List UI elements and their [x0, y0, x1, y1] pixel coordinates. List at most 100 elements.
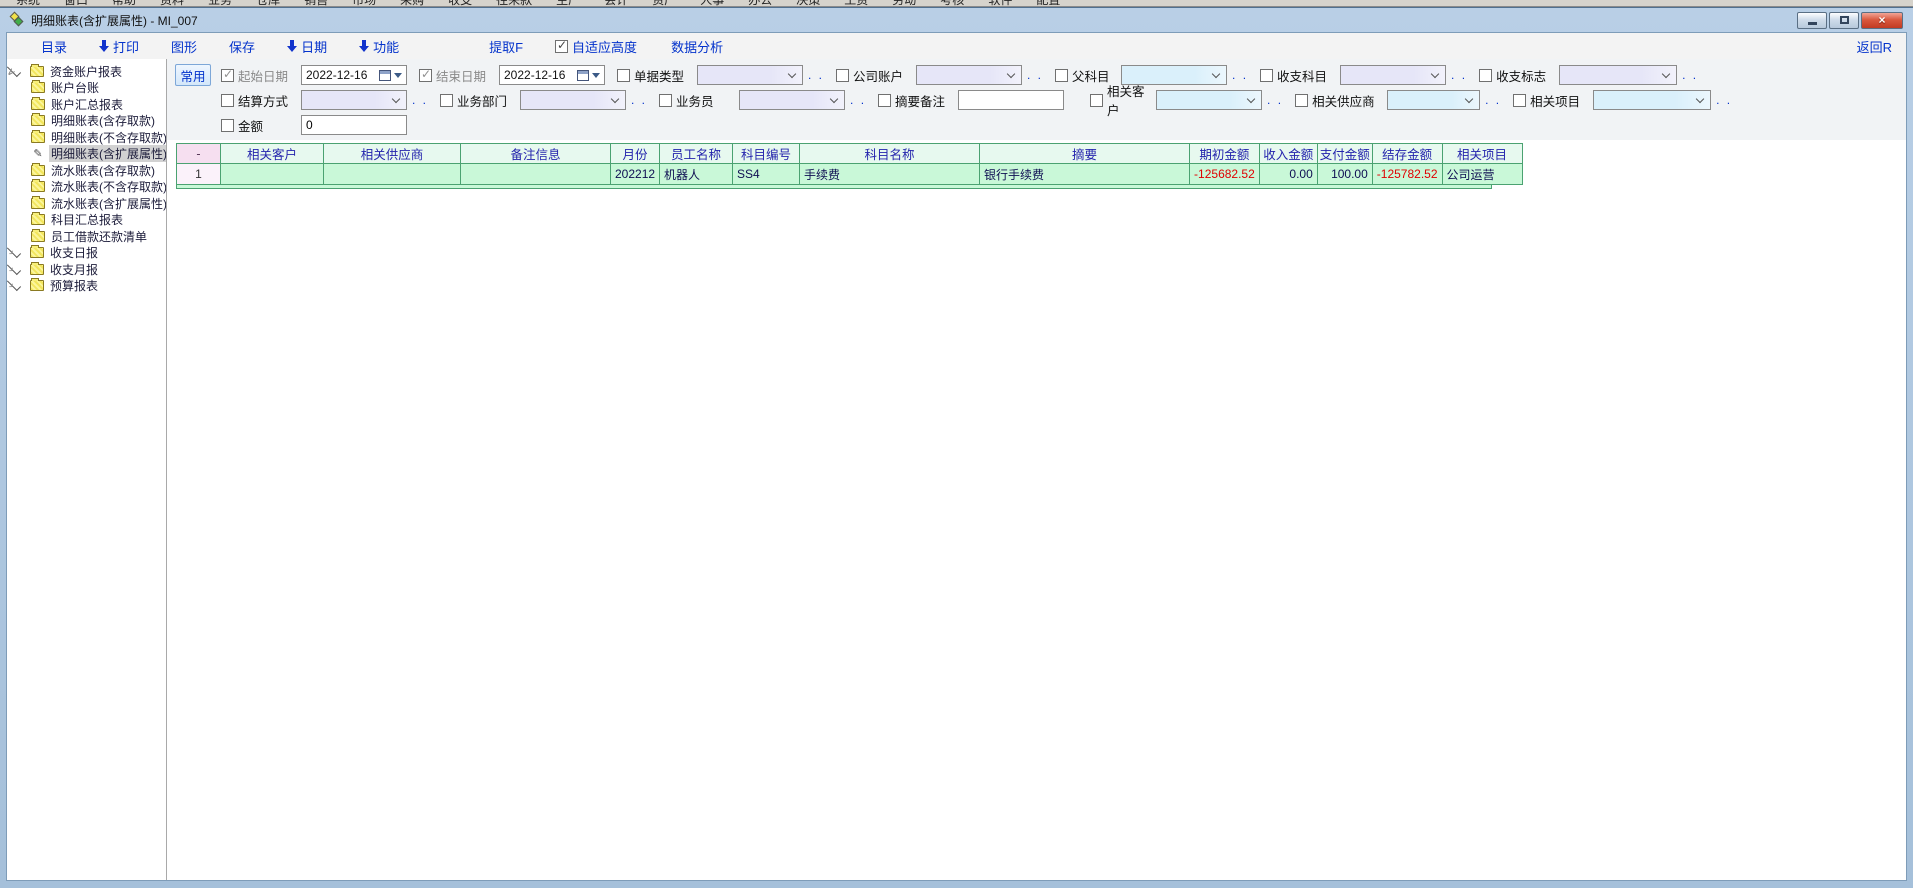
col-month[interactable]: 月份 — [611, 144, 660, 164]
menu-item[interactable]: 系统 — [4, 0, 52, 7]
biz-dept-select[interactable] — [520, 90, 626, 110]
extract-button[interactable]: 提取F — [489, 37, 523, 56]
tree-node-funds-account-reports[interactable]: ∨ 资金账户报表 — [7, 63, 166, 79]
maximize-button[interactable] — [1829, 12, 1859, 29]
settle-method-select[interactable] — [301, 90, 407, 110]
menu-item[interactable]: 决策 — [784, 0, 832, 7]
tree-node-employee-loan-list[interactable]: 员工借款还款清单 — [29, 228, 166, 244]
menu-item[interactable]: 收支 — [436, 0, 484, 7]
col-employee-name[interactable]: 员工名称 — [660, 144, 733, 164]
end-date-checkbox[interactable] — [419, 69, 432, 82]
tree-node-flow-with-ext-attrs[interactable]: 流水账表(含扩展属性) — [29, 195, 166, 211]
amount-checkbox[interactable] — [221, 119, 234, 132]
col-related-project[interactable]: 相关项目 — [1442, 144, 1522, 164]
tree-node-subject-summary[interactable]: 科目汇总报表 — [29, 212, 166, 228]
dropdown-arrow-icon[interactable] — [592, 73, 600, 78]
col-subject-code[interactable]: 科目编号 — [733, 144, 800, 164]
start-date-checkbox[interactable] — [221, 69, 234, 82]
inout-flag-browse-button[interactable]: . . — [1682, 68, 1698, 82]
menu-item[interactable]: 劳动 — [880, 0, 928, 7]
settle-method-browse-button[interactable]: . . — [412, 93, 428, 107]
menu-item[interactable]: 考核 — [928, 0, 976, 7]
menu-item[interactable]: 业务 — [196, 0, 244, 7]
amount-input[interactable] — [301, 115, 407, 135]
date-button[interactable]: 日期 — [287, 37, 327, 56]
biz-dept-checkbox[interactable] — [440, 94, 453, 107]
col-balance-amount[interactable]: 结存金额 — [1372, 144, 1442, 164]
related-customer-select[interactable] — [1156, 90, 1262, 110]
doc-type-select[interactable] — [697, 65, 803, 85]
parent-subject-browse-button[interactable]: . . — [1232, 68, 1248, 82]
related-project-checkbox[interactable] — [1513, 94, 1526, 107]
table-row[interactable]: 1 202212 机器人 SS4 手续费 银行手续费 -125682. — [177, 164, 1523, 185]
col-related-customer[interactable]: 相关客户 — [221, 144, 324, 164]
related-supplier-checkbox[interactable] — [1295, 94, 1308, 107]
inout-flag-checkbox[interactable] — [1479, 69, 1492, 82]
settle-method-checkbox[interactable] — [221, 94, 234, 107]
close-button[interactable]: × — [1861, 12, 1903, 29]
related-project-browse-button[interactable]: . . — [1716, 93, 1732, 107]
tree-node-flow-with-deposit[interactable]: 流水账表(含存取款) — [29, 162, 166, 178]
menu-item[interactable]: 帮助 — [100, 0, 148, 7]
menu-item[interactable]: 销售 — [292, 0, 340, 7]
menu-item[interactable]: 市场 — [340, 0, 388, 7]
related-supplier-browse-button[interactable]: . . — [1485, 93, 1501, 107]
chevron-right-icon[interactable]: › — [7, 260, 21, 274]
col-subject-name[interactable]: 科目名称 — [800, 144, 980, 164]
tree-node-monthly-inout-report[interactable]: ›收支月报 — [7, 261, 166, 277]
related-supplier-select[interactable] — [1387, 90, 1480, 110]
company-account-checkbox[interactable] — [836, 69, 849, 82]
summary-note-input[interactable] — [958, 90, 1064, 110]
chevron-right-icon[interactable]: › — [7, 277, 21, 291]
menu-item[interactable]: 配置 — [1024, 0, 1072, 7]
col-rownum[interactable]: - — [177, 144, 221, 164]
catalog-button[interactable]: 目录 — [41, 37, 67, 56]
biz-dept-browse-button[interactable]: . . — [631, 93, 647, 107]
graph-button[interactable]: 图形 — [171, 37, 197, 56]
tree-node-flow-without-deposit[interactable]: 流水账表(不含存取款) — [29, 179, 166, 195]
company-account-browse-button[interactable]: . . — [1027, 68, 1043, 82]
col-related-supplier[interactable]: 相关供应商 — [324, 144, 461, 164]
data-analysis-button[interactable]: 数据分析 — [671, 37, 723, 56]
function-button[interactable]: 功能 — [359, 37, 399, 56]
tree-node-account-summary[interactable]: 账户汇总报表 — [29, 96, 166, 112]
col-summary[interactable]: 摘要 — [980, 144, 1190, 164]
menu-item[interactable]: 资料 — [148, 0, 196, 7]
inout-flag-select[interactable] — [1559, 65, 1677, 85]
salesman-select[interactable] — [739, 90, 845, 110]
tree-node-daily-inout-report[interactable]: ›收支日报 — [7, 245, 166, 261]
parent-subject-select[interactable] — [1121, 65, 1227, 85]
related-project-select[interactable] — [1593, 90, 1711, 110]
menu-item[interactable]: 往来款 — [484, 0, 544, 7]
col-payment-amount[interactable]: 支付金额 — [1317, 144, 1372, 164]
end-date-input[interactable]: 2022-12-16 — [499, 65, 605, 85]
tab-common[interactable]: 常用 — [175, 64, 211, 86]
inout-subject-checkbox[interactable] — [1260, 69, 1273, 82]
col-opening-amount[interactable]: 期初金额 — [1190, 144, 1260, 164]
tree-node-account-ledger[interactable]: 账户台账 — [29, 80, 166, 96]
related-customer-checkbox[interactable] — [1090, 94, 1103, 107]
col-note-info[interactable]: 备注信息 — [461, 144, 611, 164]
menu-item[interactable]: 窗口 — [52, 0, 100, 7]
chevron-down-icon[interactable]: ∨ — [7, 62, 21, 76]
menu-item[interactable]: 软件 — [976, 0, 1024, 7]
doc-type-checkbox[interactable] — [617, 69, 630, 82]
related-customer-browse-button[interactable]: . . — [1267, 93, 1283, 107]
tree-node-detail-with-deposit[interactable]: 明细账表(含存取款) — [29, 113, 166, 129]
menu-item[interactable]: 仓库 — [244, 0, 292, 7]
salesman-browse-button[interactable]: . . — [850, 93, 866, 107]
tree-node-detail-without-deposit[interactable]: 明细账表(不含存取款) — [29, 129, 166, 145]
menu-item[interactable]: 采购 — [388, 0, 436, 7]
parent-subject-checkbox[interactable] — [1055, 69, 1068, 82]
summary-note-checkbox[interactable] — [878, 94, 891, 107]
col-income-amount[interactable]: 收入金额 — [1259, 144, 1317, 164]
inout-subject-browse-button[interactable]: . . — [1451, 68, 1467, 82]
return-button[interactable]: 返回R — [1857, 37, 1892, 56]
menu-item[interactable]: 资产 — [640, 0, 688, 7]
menu-item[interactable]: 办公 — [736, 0, 784, 7]
tree-node-detail-with-ext-attrs-selected[interactable]: ✎明细账表(含扩展属性) — [29, 146, 166, 162]
dropdown-arrow-icon[interactable] — [394, 73, 402, 78]
menu-item[interactable]: 会计 — [592, 0, 640, 7]
window-titlebar[interactable]: 明细账表(含扩展属性) - MI_007 × — [6, 8, 1907, 32]
chevron-right-icon[interactable]: › — [7, 244, 21, 258]
